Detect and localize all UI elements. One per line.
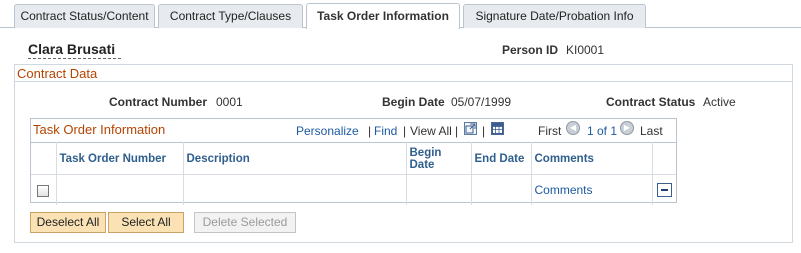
table-header-row: Task Order Number Description Begin Date…: [31, 142, 676, 175]
last-label: Last: [640, 124, 663, 138]
delete-row-icon[interactable]: [656, 183, 672, 198]
next-arrow-icon[interactable]: ▶: [620, 121, 634, 135]
first-label: First: [538, 124, 562, 138]
task-order-number-cell: [56, 174, 184, 205]
contract-status-label: Contract Status: [606, 95, 696, 109]
description-cell: [183, 174, 407, 205]
contract-status-value: Active: [703, 95, 736, 109]
col-end-date: End Date: [471, 142, 532, 175]
table-row: Comments: [31, 174, 676, 205]
tab-label: Contract Type/Clauses: [169, 9, 292, 23]
col-begin-date: Begin Date: [406, 142, 472, 175]
find-link[interactable]: Find: [374, 124, 397, 138]
end-date-cell: [471, 174, 532, 205]
delete-selected-button[interactable]: Delete Selected: [194, 212, 296, 233]
row-select-cell: [31, 174, 57, 205]
row-action-cell: [652, 174, 676, 205]
personalize-link[interactable]: Personalize: [296, 124, 359, 138]
tab-signature-date-probation-info[interactable]: Signature Date/Probation Info: [463, 4, 646, 28]
person-id-value: KI0001: [566, 43, 605, 57]
comments-link[interactable]: Comments: [535, 183, 593, 197]
begin-date-cell: [406, 174, 472, 205]
group-title-divider: [15, 81, 792, 82]
col-comments: Comments: [531, 142, 653, 175]
previous-arrow-icon[interactable]: ◀: [566, 121, 580, 135]
deselect-all-button[interactable]: Deselect All: [30, 212, 106, 233]
download-spreadsheet-icon[interactable]: [491, 122, 504, 135]
nav-separator: |: [403, 124, 407, 138]
tab-label: Signature Date/Probation Info: [475, 9, 634, 23]
contract-number-value: 0001: [216, 95, 243, 109]
tab-label: Task Order Information: [317, 9, 449, 23]
contract-number-label: Contract Number: [109, 95, 208, 109]
task-order-grid: Task Order Information Personalize | Fin…: [30, 118, 677, 205]
select-all-button[interactable]: Select All: [108, 212, 184, 233]
tab-bar: Contract Status/Content Contract Type/Cl…: [0, 0, 801, 29]
nav-separator: |: [455, 124, 459, 138]
begin-date-label: Begin Date: [382, 95, 445, 109]
begin-date-value: 05/07/1999: [451, 95, 512, 109]
employee-name-underline: [28, 58, 121, 59]
new-window-icon[interactable]: [464, 122, 477, 135]
employee-name: Clara Brusati: [28, 41, 116, 57]
col-description: Description: [183, 142, 407, 175]
tab-label: Contract Status/Content: [20, 9, 149, 23]
col-select: [31, 142, 57, 175]
row-range: 1 of 1: [587, 124, 618, 138]
col-actions: [652, 142, 676, 175]
person-id-label: Person ID: [502, 43, 559, 57]
task-order-table: Task Order Number Description Begin Date…: [31, 142, 676, 205]
view-all-link[interactable]: View All: [410, 124, 452, 138]
row-checkbox[interactable]: [37, 184, 50, 197]
grid-title: Task Order Information: [33, 122, 166, 137]
tab-contract-status-content[interactable]: Contract Status/Content: [14, 4, 155, 28]
tab-contract-type-clauses[interactable]: Contract Type/Clauses: [158, 4, 303, 28]
contract-data-title: Contract Data: [17, 66, 98, 81]
tab-task-order-information[interactable]: Task Order Information: [306, 3, 460, 29]
nav-separator: |: [368, 124, 372, 138]
nav-separator: |: [482, 124, 486, 138]
col-task-order-number: Task Order Number: [56, 142, 184, 175]
comments-cell: Comments: [531, 174, 653, 205]
